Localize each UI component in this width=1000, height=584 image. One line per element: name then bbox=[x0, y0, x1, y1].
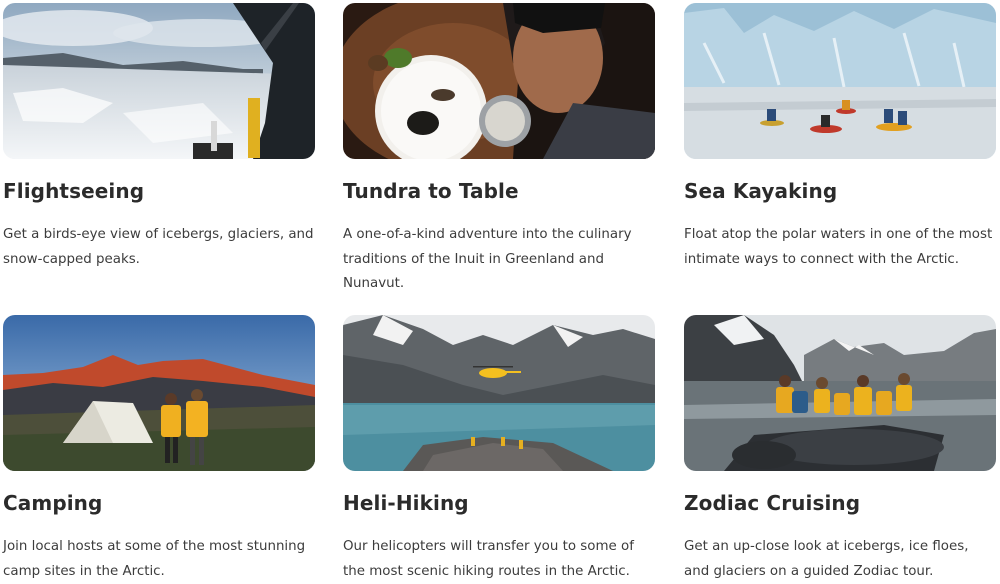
helicopter-over-fjord-image bbox=[343, 315, 655, 471]
tundra-to-table-photo[interactable] bbox=[343, 3, 655, 159]
activity-title[interactable]: Sea Kayaking bbox=[684, 179, 837, 203]
zodiac-cruising-photo[interactable] bbox=[684, 315, 996, 471]
activity-card-heli-hiking[interactable]: Heli-Hiking Our helicopters will transfe… bbox=[343, 315, 655, 579]
activity-description: Our helicopters will transfer you to som… bbox=[343, 539, 634, 579]
kayakers-near-glacier-image bbox=[684, 3, 996, 159]
activity-description: Get an up-close look at icebergs, ice fl… bbox=[684, 539, 969, 579]
activity-description: A one-of-a-kind adventure into the culin… bbox=[343, 227, 632, 291]
camping-photo[interactable] bbox=[3, 315, 315, 471]
person-tasting-food-plate-image bbox=[343, 3, 655, 159]
sea-kayaking-photo[interactable] bbox=[684, 3, 996, 159]
activity-card-zodiac-cruising[interactable]: Zodiac Cruising Get an up-close look at … bbox=[684, 315, 996, 579]
activity-card-tundra-to-table[interactable]: Tundra to Table A one-of-a-kind adventur… bbox=[343, 3, 655, 291]
flightseeing-photo[interactable] bbox=[3, 3, 315, 159]
activity-title[interactable]: Flightseeing bbox=[3, 179, 144, 203]
activity-title[interactable]: Tundra to Table bbox=[343, 179, 519, 203]
heli-hiking-photo[interactable] bbox=[343, 315, 655, 471]
activity-title[interactable]: Zodiac Cruising bbox=[684, 491, 860, 515]
activity-card-sea-kayaking[interactable]: Sea Kayaking Float atop the polar waters… bbox=[684, 3, 996, 267]
activity-title[interactable]: Heli-Hiking bbox=[343, 491, 469, 515]
helicopter-window-glacier-view-image bbox=[3, 3, 315, 159]
zodiac-boat-passengers-image bbox=[684, 315, 996, 471]
activity-description: Float atop the polar waters in one of th… bbox=[684, 227, 993, 267]
activity-card-camping[interactable]: Camping Join local hosts at some of the … bbox=[3, 315, 315, 579]
activity-description: Join local hosts at some of the most stu… bbox=[3, 539, 306, 579]
activity-description: Get a birds-eye view of icebergs, glacie… bbox=[3, 227, 314, 267]
activity-title[interactable]: Camping bbox=[3, 491, 102, 515]
activity-card-flightseeing[interactable]: Flightseeing Get a birds-eye view of ice… bbox=[3, 3, 315, 267]
tent-and-hikers-mountains-image bbox=[3, 315, 315, 471]
